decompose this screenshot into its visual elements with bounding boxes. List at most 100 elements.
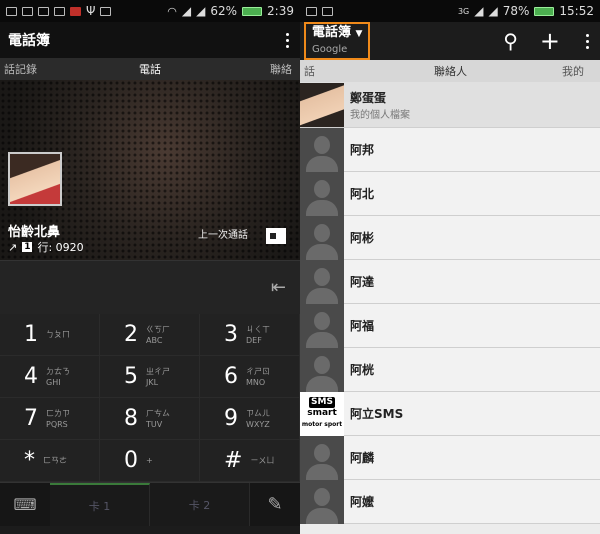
default-avatar-icon: [300, 303, 344, 348]
dial-key-7[interactable]: 7 ㄈㄌㄗ PQRS: [0, 398, 100, 440]
call-sim1-button[interactable]: 卡 1: [50, 483, 150, 526]
default-avatar-icon: [300, 479, 344, 524]
battery-level: 62%: [210, 4, 238, 18]
app-badge-icon: [70, 6, 81, 16]
dial-key-1[interactable]: 1 ㄅㄆㄇ: [0, 314, 100, 356]
dial-key-8[interactable]: 8 ㄏㄘㄙ TUV: [100, 398, 200, 440]
dial-key-hash[interactable]: # ㄧㄨㄩ: [200, 440, 300, 482]
contact-name: 阿桄: [350, 363, 375, 377]
wifi-icon: ◠: [167, 4, 177, 18]
key-bopomofo: +: [146, 456, 153, 465]
battery-icon: [242, 6, 263, 16]
contact-row[interactable]: 阿嬤: [300, 479, 600, 524]
key-bopomofo: ㄏㄘㄙ: [146, 408, 170, 418]
sim-badge: 1: [22, 242, 33, 252]
key-digit: 3: [224, 322, 238, 347]
key-letters: GHI: [46, 377, 61, 387]
network-type: 3G: [457, 6, 470, 16]
key-digit: *: [24, 448, 35, 473]
tab-call-history[interactable]: 話記錄: [4, 61, 37, 77]
dial-key-6[interactable]: 6 ㄔㄕㄖ MNO: [200, 356, 300, 398]
contact-row[interactable]: 阿邦: [300, 127, 600, 172]
dial-key-star[interactable]: * ㄈㄢㄜ: [0, 440, 100, 482]
account-name: Google: [312, 44, 348, 55]
app-title: 電話簿: [312, 25, 352, 40]
contact-name: 阿北: [350, 187, 375, 201]
key-bopomofo: ㄈㄌㄗ: [46, 408, 70, 418]
key-letters: ABC: [146, 335, 163, 345]
signal2-icon: ◢: [196, 4, 206, 18]
contact-row[interactable]: 阿達: [300, 259, 600, 304]
search-icon[interactable]: ⚲: [503, 29, 518, 53]
overflow-menu-icon[interactable]: [282, 32, 292, 48]
tab-phone[interactable]: 電話: [139, 61, 161, 77]
number-display[interactable]: ⇤: [0, 260, 300, 314]
key-letters: PQRS: [46, 419, 68, 429]
contact-list: 鄭蛋蛋 我的個人檔案 阿邦阿北阿彬阿達阿福阿桄 SMS smart motor sport…: [300, 82, 600, 524]
dial-key-0[interactable]: 0 +: [100, 440, 200, 482]
add-contact-icon[interactable]: +: [540, 27, 560, 55]
my-profile-row[interactable]: 鄭蛋蛋 我的個人檔案: [300, 82, 600, 128]
key-digit: 5: [124, 364, 138, 389]
tab-my[interactable]: 我的: [562, 63, 584, 79]
app-title: 電話簿: [8, 33, 50, 49]
tab-bar: 話記錄 電話 聯絡: [0, 58, 300, 80]
contact-row[interactable]: 阿福: [300, 303, 600, 348]
handwriting-icon[interactable]: ✎: [250, 483, 300, 526]
usb-icon: Ψ: [86, 4, 96, 18]
key-bopomofo: ㄗㄙㄦ: [246, 408, 270, 418]
contact-name: 鄭蛋蛋: [350, 90, 387, 105]
tab-call-log[interactable]: 話: [304, 63, 315, 79]
account-selector[interactable]: 電話簿 ▼ Google: [304, 22, 371, 60]
key-digit: 2: [124, 322, 138, 347]
contact-row[interactable]: SMS smart motor sport 阿立SMS: [300, 391, 600, 436]
dropdown-arrow-icon: ▼: [355, 29, 363, 39]
key-digit: 1: [24, 322, 38, 347]
contact-name: 阿達: [350, 275, 375, 289]
contact-row[interactable]: 阿麟: [300, 435, 600, 480]
profile-photo: [300, 82, 344, 127]
contact-row[interactable]: 阿北: [300, 171, 600, 216]
tab-contacts[interactable]: 聯絡人: [434, 63, 467, 79]
backspace-icon[interactable]: ⇤: [271, 277, 286, 298]
dial-key-3[interactable]: 3 ㄐㄑㄒ DEF: [200, 314, 300, 356]
dialer-screen: Ψ ◠ ◢ ◢ 62% 2:39 電話簿 話記錄 電話 聯絡 怡齡北鼻 ↗ 1 …: [0, 0, 300, 534]
clock: 2:39: [267, 4, 294, 18]
key-digit: 4: [24, 364, 38, 389]
contacts-screen: 3G ◢ ◢ 78% 15:52 電話簿 ▼ Google ⚲ + 話 聯絡人 …: [300, 0, 600, 534]
key-bopomofo: ㄐㄑㄒ: [246, 324, 270, 334]
dial-key-4[interactable]: 4 ㄉㄊㄋ GHI: [0, 356, 100, 398]
dial-key-2[interactable]: 2 ㄍㄎㄏ ABC: [100, 314, 200, 356]
contact-card-icon[interactable]: [266, 228, 286, 244]
default-avatar-icon: [300, 171, 344, 216]
default-avatar-icon: [300, 259, 344, 304]
contact-row[interactable]: 阿彬: [300, 215, 600, 260]
key-digit: 8: [124, 406, 138, 431]
contact-name: 阿嬤: [350, 495, 375, 509]
key-letters: TUV: [146, 419, 163, 429]
contact-name: 阿立SMS: [350, 407, 404, 421]
default-avatar-icon: [300, 215, 344, 260]
dial-key-5[interactable]: 5 ㄓㄔㄕ JKL: [100, 356, 200, 398]
call-sim2-button[interactable]: 卡 2: [150, 483, 250, 526]
avatar: [8, 152, 62, 206]
signal-icon: ◢: [181, 4, 192, 18]
dial-pad: 1 ㄅㄆㄇ 2 ㄍㄎㄏ ABC 3 ㄐㄑㄒ DEF 4 ㄉㄊㄋ GHI 5 ㄓㄔㄕ JKL 6 ㄔㄕㄖ MNO 7…: [0, 314, 300, 482]
notification-icon: [6, 6, 17, 16]
notification-icon: [306, 6, 317, 16]
key-digit: 0: [124, 448, 138, 473]
signal-icon: ◢: [474, 4, 484, 18]
keyboard-icon[interactable]: ⌨: [0, 483, 50, 526]
key-letters: WXYZ: [246, 419, 270, 429]
key-letters: DEF: [246, 335, 262, 345]
key-bopomofo: ㄅㄆㄇ: [46, 330, 70, 339]
last-call-card[interactable]: 怡齡北鼻 ↗ 1 行: 0920 上一次通話: [0, 80, 300, 260]
clock: 15:52: [559, 4, 594, 18]
image-icon: [22, 6, 33, 16]
dial-key-9[interactable]: 9 ㄗㄙㄦ WXYZ: [200, 398, 300, 440]
tab-contacts[interactable]: 聯絡: [270, 61, 292, 77]
overflow-menu-icon[interactable]: [582, 33, 592, 49]
key-digit: 9: [224, 406, 238, 431]
mail-icon: [38, 6, 49, 16]
contact-row[interactable]: 阿桄: [300, 347, 600, 392]
